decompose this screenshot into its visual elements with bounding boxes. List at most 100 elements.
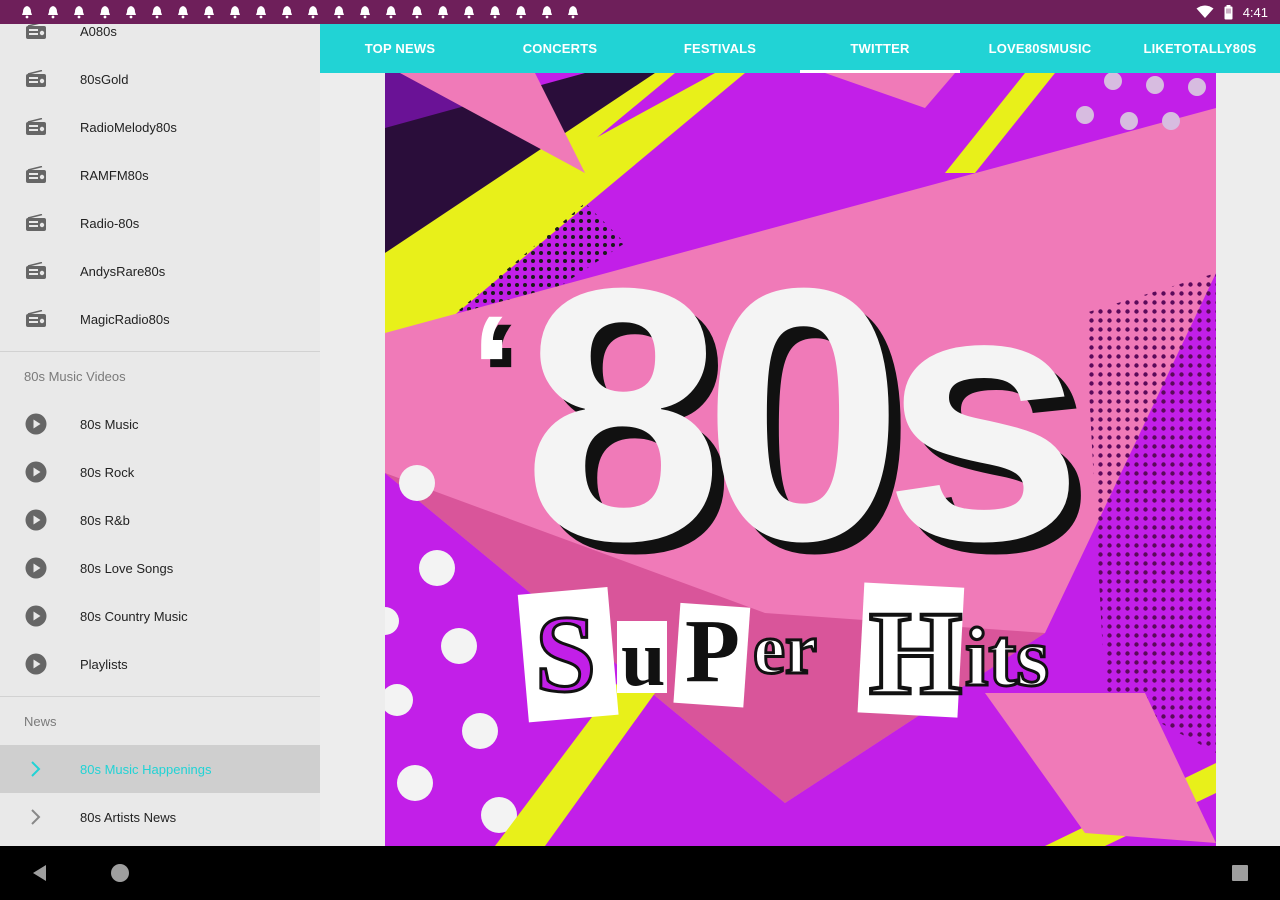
sidebar-item[interactable]: 80s Music (0, 400, 320, 448)
play-icon (24, 460, 48, 484)
sidebar-item[interactable]: AndysRare80s (0, 247, 320, 295)
sidebar-item[interactable]: 80s R&b (0, 496, 320, 544)
svg-text:u: u (621, 615, 666, 703)
sidebar-item[interactable]: Radio-80s (0, 199, 320, 247)
notification-bell-icon (378, 4, 404, 20)
svg-text:er: er (753, 609, 817, 689)
notification-bell-icon (144, 4, 170, 20)
tab-love80smusic[interactable]: LOVE80SMUSIC (960, 24, 1120, 73)
sidebar-item-label: 80s Country Music (80, 608, 188, 624)
sidebar-item[interactable]: 80s Music Happenings (0, 745, 320, 793)
tab-bar: TOP NEWS CONCERTS FESTIVALS TWITTER LOVE80SM… (320, 24, 1280, 73)
back-button[interactable] (10, 846, 70, 900)
tab-top news[interactable]: TOP NEWS (320, 24, 480, 73)
recents-button[interactable] (1210, 846, 1270, 900)
play-icon (24, 412, 48, 436)
notification-bell-icon (534, 4, 560, 20)
recents-icon (1232, 865, 1248, 881)
svg-text:its: its (965, 611, 1049, 704)
tab-festivals[interactable]: FESTIVALS (640, 24, 800, 73)
notification-bell-icon (40, 4, 66, 20)
notification-bell-icon (222, 4, 248, 20)
system-navigation-bar (0, 846, 1280, 900)
sidebar-item-label: 80s R&b (80, 512, 130, 528)
sidebar-item[interactable]: A080s (0, 24, 320, 55)
notification-bell-icon (508, 4, 534, 20)
notification-bell-icon (248, 4, 274, 20)
notification-bell-icon (404, 4, 430, 20)
sidebar-item[interactable]: Playlists (0, 640, 320, 688)
sidebar-item-label: 80s Love Songs (80, 560, 174, 576)
80s-super-hits-artwork[interactable]: ‘ ‘ 80s 80s S u P er H its (385, 73, 1216, 846)
sidebar-item[interactable]: RadioMelody80s (0, 103, 320, 151)
sidebar-item[interactable]: 80s Love Songs (0, 544, 320, 592)
battery-icon (1224, 4, 1233, 20)
sidebar-item-label: Radio-80s (80, 215, 140, 231)
sidebar-item-label: 80s Music Happenings (80, 761, 212, 777)
tab-concerts[interactable]: CONCERTS (480, 24, 640, 73)
play-icon (24, 508, 48, 532)
content-area: ‘ ‘ 80s 80s S u P er H its (320, 73, 1280, 846)
radio-icon (24, 259, 48, 283)
sidebar-item[interactable]: 80s Country Music (0, 592, 320, 640)
status-indicators: 4:41 (1196, 3, 1268, 21)
notification-bell-icon (274, 4, 300, 20)
notification-bell-icon (170, 4, 196, 20)
svg-text:H: H (869, 586, 962, 719)
sidebar-item[interactable]: 80s Rock (0, 448, 320, 496)
radio-icon (24, 115, 48, 139)
sidebar-item-label: MagicRadio80s (80, 311, 170, 327)
sidebar-item-label: A080s (80, 24, 117, 39)
artwork-graphic: ‘ ‘ 80s 80s S u P er H its (385, 73, 1216, 846)
notification-bell-icon (66, 4, 92, 20)
play-icon (24, 604, 48, 628)
status-bar: 4:41 (0, 0, 1280, 24)
sidebar-item-label: RadioMelody80s (80, 119, 177, 135)
section-header-news: News (24, 714, 57, 729)
radio-icon (24, 24, 48, 43)
sidebar-divider (0, 351, 320, 352)
headline-80s: ‘ ‘ 80s 80s (471, 214, 1101, 628)
radio-icon (24, 67, 48, 91)
notification-bell-icon (14, 4, 40, 20)
notification-bell-icon (456, 4, 482, 20)
svg-text:P: P (685, 602, 740, 701)
sidebar-item-label: 80sGold (80, 71, 129, 87)
notification-bell-icon (92, 4, 118, 20)
notification-bell-icon (430, 4, 456, 20)
radio-icon (24, 307, 48, 331)
chevron-right-icon (24, 757, 48, 781)
svg-text:‘: ‘ (471, 284, 513, 452)
notification-bell-icon (560, 4, 586, 20)
sidebar-item-label: 80s Artists News (80, 809, 177, 825)
sidebar-item-label: 80s Music (80, 416, 139, 432)
sidebar-item[interactable]: MagicRadio80s (0, 295, 320, 343)
sidebar-item-label: AndysRare80s (80, 263, 166, 279)
back-icon (33, 865, 46, 881)
notification-bell-icon (352, 4, 378, 20)
play-icon (24, 556, 48, 580)
notification-bell-icon (300, 4, 326, 20)
notification-bell-icon (482, 4, 508, 20)
sidebar-item[interactable]: 80s Artists News (0, 793, 320, 841)
notification-bell-icon (118, 4, 144, 20)
sidebar-divider (0, 696, 320, 697)
tab-twitter[interactable]: TWITTER (800, 24, 960, 73)
sidebar-item[interactable]: 80sGold (0, 55, 320, 103)
tab-liketotally80s[interactable]: LIKETOTALLY80S (1120, 24, 1280, 73)
home-icon (111, 864, 129, 882)
notification-bell-icon (196, 4, 222, 20)
home-button[interactable] (90, 846, 150, 900)
sidebar-item-label: 80s Rock (80, 464, 135, 480)
sidebar-item-label: RAMFM80s (80, 167, 149, 183)
svg-text:80s: 80s (523, 214, 1069, 616)
radio-icon (24, 211, 48, 235)
clock-text: 4:41 (1242, 4, 1268, 20)
sidebar-item[interactable]: RAMFM80s (0, 151, 320, 199)
play-icon (24, 652, 48, 676)
notification-icons (14, 4, 586, 20)
notification-bell-icon (326, 4, 352, 20)
sidebar-item-label: Playlists (80, 656, 128, 672)
chevron-right-icon (24, 805, 48, 829)
svg-text:S: S (535, 593, 596, 715)
